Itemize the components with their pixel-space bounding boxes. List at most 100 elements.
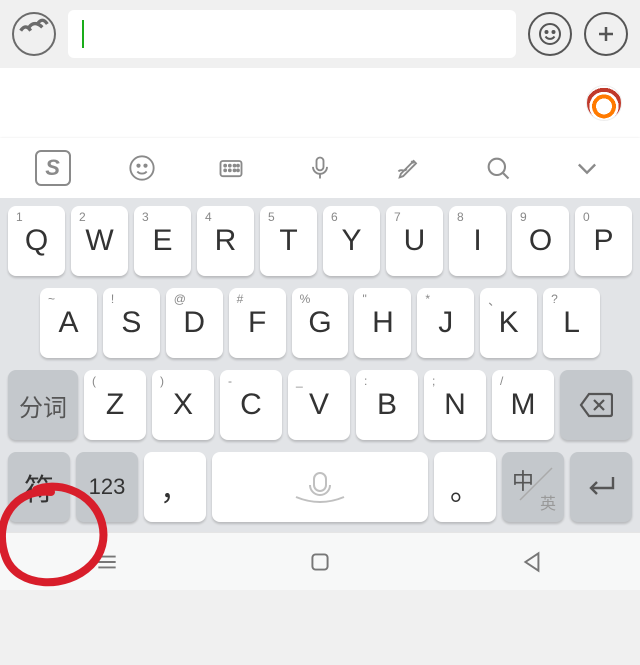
key-main-label: W: [85, 224, 113, 258]
key-main-label: F: [248, 306, 266, 340]
key-main-label: Q: [25, 224, 48, 258]
key-sub-label: ): [160, 374, 164, 388]
word-split-key[interactable]: 分词: [8, 370, 78, 440]
key-r[interactable]: 4R: [197, 206, 254, 276]
key-main-label: H: [372, 306, 394, 340]
chat-input-bar: [0, 0, 640, 68]
key-v[interactable]: _V: [288, 370, 350, 440]
keyboard-settings-icon[interactable]: [211, 148, 251, 188]
symbol-key[interactable]: 符: [8, 452, 70, 522]
key-n[interactable]: ;N: [424, 370, 486, 440]
key-main-label: A: [58, 306, 78, 340]
language-switch-key[interactable]: 中 英: [502, 452, 564, 522]
key-d[interactable]: @D: [166, 288, 223, 358]
keyboard-area: 1Q2W3E4R5T6Y7U8I9O0P ~A!S@D#F%G"H*J、K?L …: [0, 198, 640, 532]
key-sub-label: *: [425, 292, 430, 306]
key-t[interactable]: 5T: [260, 206, 317, 276]
enter-key[interactable]: [570, 452, 632, 522]
more-button[interactable]: [584, 12, 628, 56]
home-button[interactable]: [300, 542, 340, 582]
numeric-key[interactable]: 123: [76, 452, 138, 522]
emoji-icon[interactable]: [122, 148, 162, 188]
message-input[interactable]: [68, 10, 516, 58]
key-sub-label: 3: [142, 210, 149, 224]
period-key[interactable]: 。: [434, 452, 496, 522]
back-button[interactable]: [513, 542, 553, 582]
microphone-icon[interactable]: [300, 148, 340, 188]
key-sub-label: 1: [16, 210, 23, 224]
comma-key[interactable]: ，: [144, 452, 206, 522]
key-main-label: Z: [106, 388, 124, 422]
key-a[interactable]: ~A: [40, 288, 97, 358]
key-i[interactable]: 8I: [449, 206, 506, 276]
key-sub-label: 7: [394, 210, 401, 224]
key-sub-label: #: [237, 292, 244, 306]
key-p[interactable]: 0P: [575, 206, 632, 276]
key-main-label: S: [121, 306, 141, 340]
key-main-label: B: [377, 388, 397, 422]
key-b[interactable]: :B: [356, 370, 418, 440]
key-sub-label: 6: [331, 210, 338, 224]
key-e[interactable]: 3E: [134, 206, 191, 276]
key-sub-label: ;: [432, 374, 435, 388]
key-sub-label: !: [111, 292, 114, 306]
key-main-label: V: [309, 388, 329, 422]
ime-toolbar: S: [0, 138, 640, 198]
key-main-label: M: [511, 388, 536, 422]
key-main-label: P: [593, 224, 613, 258]
key-sub-label: 4: [205, 210, 212, 224]
key-sub-label: 8: [457, 210, 464, 224]
system-nav-bar: [0, 532, 640, 590]
sogou-logo-button[interactable]: S: [33, 148, 73, 188]
key-main-label: T: [279, 224, 297, 258]
backspace-key[interactable]: [560, 370, 632, 440]
search-icon[interactable]: [478, 148, 518, 188]
key-g[interactable]: %G: [292, 288, 349, 358]
key-row-3: 分词 (Z)X-C_V:B;N/M: [8, 370, 632, 440]
key-w[interactable]: 2W: [71, 206, 128, 276]
key-c[interactable]: -C: [220, 370, 282, 440]
key-sub-label: 、: [488, 292, 500, 309]
emoji-button[interactable]: [528, 12, 572, 56]
key-main-label: G: [308, 306, 331, 340]
key-sub-label: 9: [520, 210, 527, 224]
key-m[interactable]: /M: [492, 370, 554, 440]
key-main-label: L: [563, 306, 580, 340]
key-sub-label: :: [364, 374, 367, 388]
handwriting-icon[interactable]: [389, 148, 429, 188]
key-row-1: 1Q2W3E4R5T6Y7U8I9O0P: [8, 206, 632, 276]
key-sub-label: _: [296, 374, 303, 388]
key-main-label: N: [444, 388, 466, 422]
collapse-keyboard-icon[interactable]: [567, 148, 607, 188]
key-sub-label: (: [92, 374, 96, 388]
key-h[interactable]: "H: [354, 288, 411, 358]
key-main-label: C: [240, 388, 262, 422]
key-x[interactable]: )X: [152, 370, 214, 440]
key-u[interactable]: 7U: [386, 206, 443, 276]
key-y[interactable]: 6Y: [323, 206, 380, 276]
contact-avatar[interactable]: [586, 85, 622, 121]
key-main-label: X: [173, 388, 193, 422]
key-sub-label: %: [300, 292, 311, 306]
key-q[interactable]: 1Q: [8, 206, 65, 276]
key-main-label: K: [499, 306, 519, 340]
spacebar-key[interactable]: [212, 452, 428, 522]
recents-button[interactable]: [87, 542, 127, 582]
key-k[interactable]: 、K: [480, 288, 537, 358]
text-caret: [82, 20, 84, 48]
key-main-label: O: [529, 224, 552, 258]
key-z[interactable]: (Z: [84, 370, 146, 440]
key-f[interactable]: #F: [229, 288, 286, 358]
key-sub-label: ~: [48, 292, 55, 306]
key-sub-label: ?: [551, 292, 558, 306]
key-o[interactable]: 9O: [512, 206, 569, 276]
chat-background-strip: [0, 68, 640, 138]
voice-input-button[interactable]: [12, 12, 56, 56]
key-j[interactable]: *J: [417, 288, 474, 358]
key-l[interactable]: ?L: [543, 288, 600, 358]
key-main-label: I: [473, 224, 481, 258]
key-sub-label: @: [174, 292, 186, 306]
key-sub-label: /: [500, 374, 503, 388]
key-s[interactable]: !S: [103, 288, 160, 358]
key-sub-label: 0: [583, 210, 590, 224]
